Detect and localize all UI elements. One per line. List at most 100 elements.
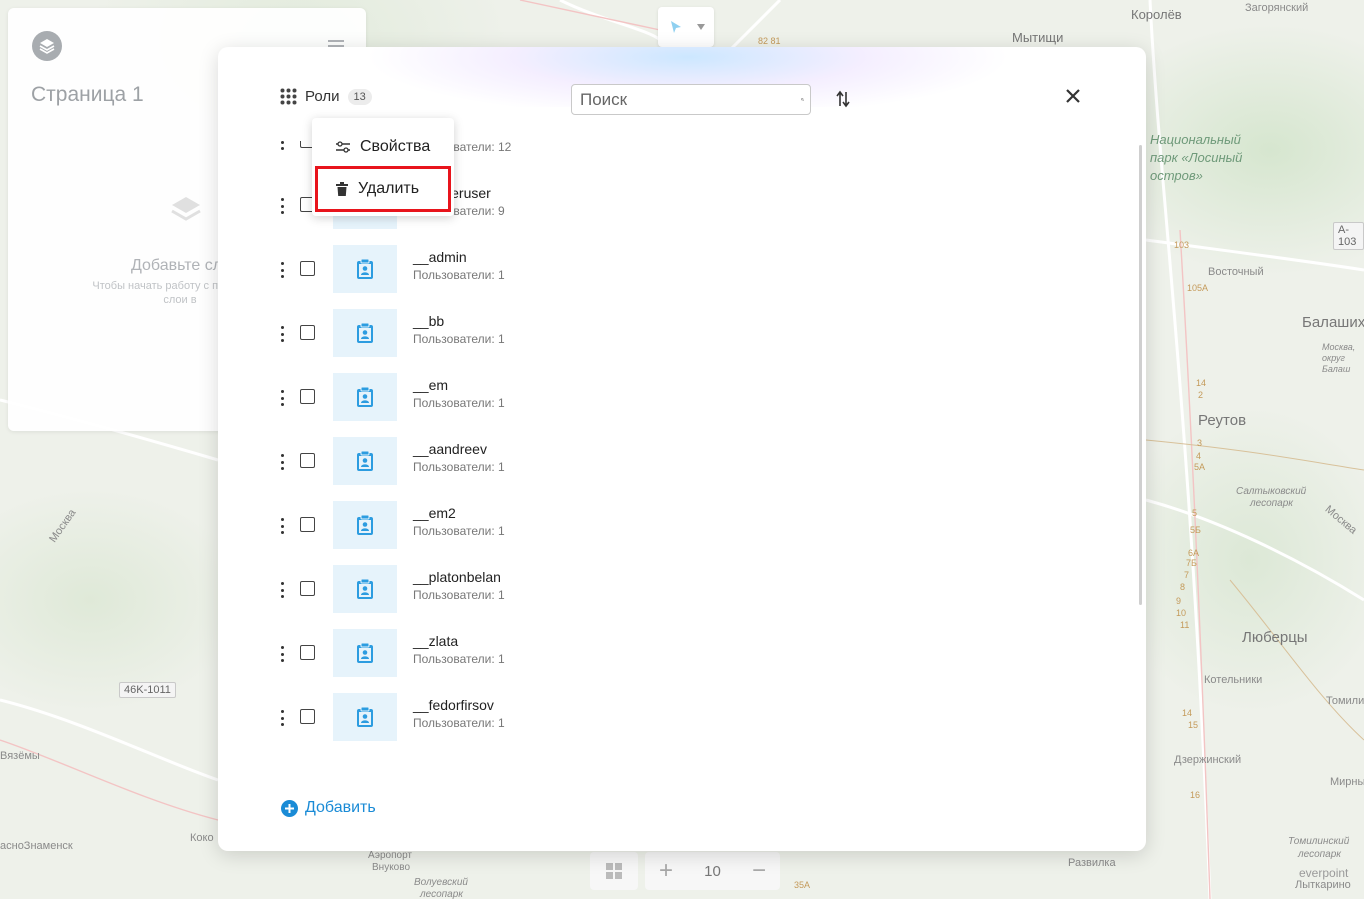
role-avatar <box>333 565 397 613</box>
map-label: Коко <box>190 832 214 844</box>
road-number: 3 <box>1197 438 1203 448</box>
map-label: Томилинский <box>1288 836 1350 847</box>
map-label: Москва, округ Балаш <box>1322 342 1356 374</box>
role-avatar <box>333 501 397 549</box>
map-label: Салтыковский <box>1236 486 1307 497</box>
road-number: 5A <box>1194 462 1206 472</box>
role-badge-icon <box>357 514 373 535</box>
more-vertical-icon[interactable] <box>279 518 285 534</box>
apps-grid-icon[interactable] <box>280 88 297 105</box>
road-number: 4 <box>1196 451 1202 461</box>
role-avatar <box>333 629 397 677</box>
role-row[interactable]: __admin Пользователи: 1 <box>218 239 1118 303</box>
road-number: 14 <box>1196 378 1207 388</box>
map-label: Лыткарино <box>1295 879 1351 891</box>
role-row[interactable]: __fedorfirsov Пользователи: 1 <box>218 687 1118 751</box>
map-label: Балашиха <box>1302 314 1364 331</box>
map-label: Развилка <box>1068 857 1116 869</box>
role-name: __aandreev <box>413 441 487 457</box>
scrollbar[interactable] <box>1139 145 1142 605</box>
role-name: __zlata <box>413 633 459 649</box>
map-label: Загорянский <box>1245 2 1309 14</box>
more-vertical-icon[interactable] <box>279 710 285 726</box>
map-label: Мирны <box>1330 776 1364 788</box>
role-name: __bb <box>413 313 445 329</box>
map-label: Вязёмы <box>0 750 40 762</box>
role-avatar <box>333 373 397 421</box>
chevron-down-icon <box>697 24 705 30</box>
road-shield: 46K-1011 <box>119 682 176 698</box>
road-number: 103 <box>1174 240 1190 250</box>
role-users-count: Пользователи: 1 <box>413 396 505 410</box>
road-shield: A-103 <box>1333 222 1364 250</box>
role-badge-icon <box>357 322 373 343</box>
road-number: 5 <box>1192 508 1198 518</box>
road-number: 7 <box>1184 570 1190 580</box>
properties-label: Свойства <box>360 138 431 155</box>
role-badge-icon <box>357 450 373 471</box>
row-checkbox[interactable] <box>300 645 315 660</box>
close-icon[interactable] <box>1065 88 1081 104</box>
row-checkbox[interactable] <box>300 709 315 724</box>
layers-icon <box>171 197 201 221</box>
zoom-level: 10 <box>704 862 721 880</box>
road-number: 2 <box>1198 390 1204 400</box>
road-number: 105A <box>1187 283 1209 293</box>
more-vertical-icon[interactable] <box>279 326 285 342</box>
more-vertical-icon[interactable] <box>279 454 285 470</box>
road-number: 8 <box>1180 582 1186 592</box>
role-row[interactable]: __platonbelan Пользователи: 1 <box>218 559 1118 623</box>
role-users-count: Пользователи: 1 <box>413 652 505 666</box>
sort-icon[interactable] <box>835 90 851 108</box>
app-logo-icon[interactable] <box>32 31 62 61</box>
map-label: Томили <box>1326 695 1364 707</box>
map-label: асноЗнаменск <box>0 840 73 852</box>
more-vertical-icon[interactable] <box>279 582 285 598</box>
row-checkbox[interactable] <box>300 389 315 404</box>
role-row[interactable]: __aandreev Пользователи: 1 <box>218 431 1118 495</box>
more-vertical-icon[interactable] <box>279 646 285 662</box>
map-label: Реутов <box>1198 412 1247 429</box>
role-badge-icon <box>357 642 373 663</box>
role-row[interactable]: __em Пользователи: 1 <box>218 367 1118 431</box>
role-name: __em2 <box>413 505 456 521</box>
road-number: 7Б <box>1186 558 1197 568</box>
map-label: Дзержинский <box>1174 754 1242 766</box>
more-vertical-icon[interactable] <box>279 141 285 150</box>
add-role-button[interactable]: Добавить <box>281 799 376 817</box>
road-number: 82 81 <box>758 36 781 46</box>
select-tool-button[interactable] <box>658 7 714 47</box>
zoom-in-button[interactable]: + <box>659 859 673 883</box>
row-checkbox[interactable] <box>300 261 315 276</box>
properties-menu-item[interactable]: Свойства <box>312 128 454 166</box>
row-checkbox[interactable] <box>300 581 315 596</box>
basemap-button[interactable] <box>590 852 638 890</box>
road-number: 16 <box>1190 790 1201 800</box>
more-vertical-icon[interactable] <box>279 390 285 406</box>
map-label: Люберцы <box>1242 629 1308 646</box>
map-label: парк «Лосиный <box>1150 150 1243 165</box>
search-input[interactable] <box>580 89 801 110</box>
row-checkbox[interactable] <box>300 517 315 532</box>
roles-list: __basicПользователи: 12__superuserПользо… <box>218 141 1146 767</box>
zoom-control: + 10 − <box>645 852 780 890</box>
road-number: 9 <box>1176 596 1182 606</box>
role-users-count: Пользователи: 1 <box>413 588 505 602</box>
search-icon[interactable] <box>801 91 804 108</box>
more-vertical-icon[interactable] <box>279 262 285 278</box>
row-checkbox[interactable] <box>300 325 315 340</box>
delete-highlight-box <box>315 166 451 212</box>
road-number: 10 <box>1176 608 1187 618</box>
more-vertical-icon[interactable] <box>279 198 285 214</box>
zoom-out-button[interactable]: − <box>752 859 766 883</box>
map-label: Мытищи <box>1012 30 1064 45</box>
role-name: __fedorfirsov <box>413 697 494 713</box>
brand-label: everpoint <box>1299 866 1349 880</box>
role-name: __platonbelan <box>413 569 501 585</box>
role-row[interactable]: __em2 Пользователи: 1 <box>218 495 1118 559</box>
role-row[interactable]: __zlata Пользователи: 1 <box>218 623 1118 687</box>
role-row[interactable]: __bb Пользователи: 1 <box>218 303 1118 367</box>
role-avatar <box>333 437 397 485</box>
road-number: 5Б <box>1190 525 1201 535</box>
row-checkbox[interactable] <box>300 453 315 468</box>
